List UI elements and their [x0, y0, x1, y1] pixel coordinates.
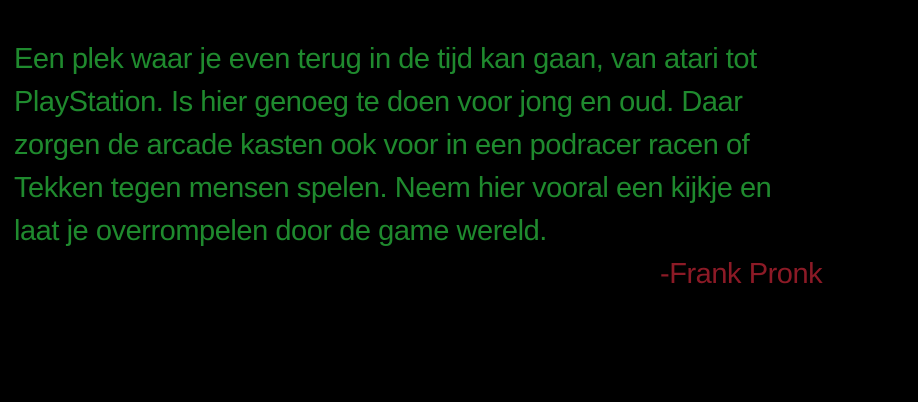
quote-line: laat je overrompelen door de game wereld… [14, 215, 547, 247]
quote-line: zorgen de arcade kasten ook voor in een … [14, 129, 750, 161]
quote-text: Een plek waar je even terug in de tijd k… [14, 38, 914, 253]
quote-line: Een plek waar je even terug in de tijd k… [14, 43, 757, 75]
quote-card: Een plek waar je even terug in de tijd k… [0, 0, 918, 402]
quote-line: Tekken tegen mensen spelen. Neem hier vo… [14, 172, 772, 204]
quote-author: -Frank Pronk [660, 258, 823, 290]
quote-line: PlayStation. Is hier genoeg te doen voor… [14, 86, 743, 118]
